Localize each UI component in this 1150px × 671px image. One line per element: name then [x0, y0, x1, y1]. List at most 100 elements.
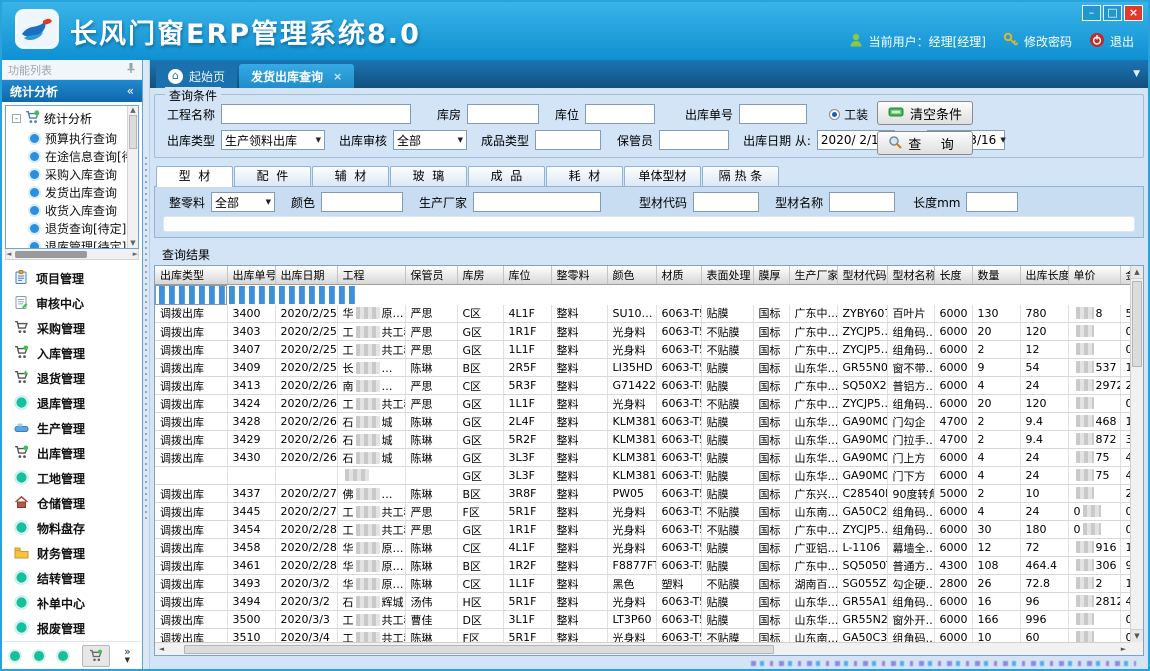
- overflow-item-icon[interactable]: [10, 651, 20, 661]
- scroll-right-icon[interactable]: ►: [1117, 645, 1130, 653]
- table-row[interactable]: 调拨出库33992020/2/25华原…严思C区2L1F整料SU10…6063-…: [155, 285, 227, 305]
- warehouse-input[interactable]: [467, 104, 539, 124]
- tree-root[interactable]: - 统计分析: [6, 106, 138, 129]
- material-tab[interactable]: 成 品: [468, 166, 545, 187]
- overflow-item-icon[interactable]: [58, 651, 68, 661]
- column-header[interactable]: 库房: [457, 266, 503, 284]
- product-type-input[interactable]: [535, 130, 601, 150]
- material-tab[interactable]: 耗 材: [546, 166, 623, 187]
- color-input[interactable]: [321, 192, 403, 212]
- material-tab[interactable]: 辅 材: [312, 166, 389, 187]
- column-header[interactable]: 金额: [1120, 266, 1130, 284]
- table-row[interactable]: 调拨出库34942020/3/2石辉城汤伟H区5R1F整料光身料6063-T5贴…: [155, 593, 1130, 611]
- table-row[interactable]: 调拨出库35002020/3/3工共工程曹佳D区3L1F整料LT3P606063…: [155, 611, 1130, 629]
- profile-code-input[interactable]: [693, 192, 759, 212]
- material-tab[interactable]: 玻 璃: [390, 166, 467, 187]
- table-row[interactable]: 调拨出库34582020/2/28华原…陈琳C区4L1F整料光身料6063-T5…: [155, 539, 1130, 557]
- overflow-item-icon[interactable]: [34, 651, 44, 661]
- table-row[interactable]: 调拨出库34092020/2/25长…陈琳B区2R5F整料LI35HD6063-…: [155, 359, 1130, 377]
- sidebar-item-clipboard2[interactable]: 审核中心: [2, 291, 142, 316]
- table-row[interactable]: G区3L3F整料KLM38176063-T5贴膜国标山东华…GA90M09.门下…: [155, 467, 1130, 485]
- collapse-icon[interactable]: «: [127, 84, 134, 98]
- section-header-statistics[interactable]: 统计分析 «: [2, 80, 142, 102]
- column-header[interactable]: 材质: [656, 266, 701, 284]
- table-row[interactable]: 调拨出库34242020/2/26工共工程严思G区1L1F整料光身料6063-T…: [155, 395, 1130, 413]
- table-row[interactable]: 调拨出库34282020/2/26石城陈琳G区2L4F整料KLM38176063…: [155, 413, 1130, 431]
- tree-item[interactable]: 采购入库查询: [6, 165, 138, 183]
- column-header[interactable]: 型材名称: [887, 266, 934, 284]
- tab-list-dropdown-icon[interactable]: ▼: [1133, 69, 1140, 79]
- scroll-down-icon[interactable]: ▼: [1131, 629, 1143, 642]
- column-header[interactable]: 出库单号: [227, 266, 275, 284]
- table-row[interactable]: 调拨出库34302020/2/26石城陈琳G区3L3F整料KLM38176063…: [155, 449, 1130, 467]
- sidebar-item-dot[interactable]: 退库管理: [2, 391, 142, 416]
- whole-piece-select[interactable]: 全部▼: [211, 192, 275, 212]
- audit-select[interactable]: 全部▼: [393, 130, 467, 150]
- vertical-scroll-thumb[interactable]: [1132, 281, 1142, 367]
- column-header[interactable]: 膜厚: [753, 266, 789, 284]
- tab-shipment-outbound-query[interactable]: 发货出库查询 ×: [239, 64, 354, 88]
- sidebar-item-dot[interactable]: 物料盘存: [2, 516, 142, 541]
- keeper-input[interactable]: [659, 130, 729, 150]
- sidebar-item-folder[interactable]: 财务管理: [2, 541, 142, 566]
- horizontal-scrollbar[interactable]: ◄ ►: [155, 642, 1130, 655]
- close-button[interactable]: ×: [1124, 5, 1143, 21]
- column-header[interactable]: 单价: [1068, 266, 1120, 284]
- table-row[interactable]: 调拨出库34612020/2/28华原…陈琳B区1R2F整料F8877FT606…: [155, 557, 1130, 575]
- table-row[interactable]: 调拨出库34292020/2/26石城陈琳G区5R2F整料KLM38176063…: [155, 431, 1130, 449]
- column-header[interactable]: 长度: [934, 266, 972, 284]
- column-header[interactable]: 表面处理: [701, 266, 753, 284]
- outbound-type-select[interactable]: 生产领料出库▼: [221, 130, 325, 150]
- scroll-up-icon[interactable]: ▲: [1131, 266, 1143, 279]
- radio-gongzhuang[interactable]: 工装: [829, 106, 868, 123]
- column-header[interactable]: 出库长度: [1020, 266, 1068, 284]
- horizontal-scroll-thumb[interactable]: [184, 645, 774, 654]
- profile-name-input[interactable]: [829, 192, 895, 212]
- outbound-no-input[interactable]: [739, 104, 807, 124]
- table-row[interactable]: 调拨出库34072020/2/25工共工程严思G区1L1F整料光身料6063-T…: [155, 341, 1130, 359]
- material-tab[interactable]: 型 材: [156, 166, 233, 187]
- tree-item[interactable]: 在途信息查询[待: [6, 147, 138, 165]
- table-row[interactable]: 调拨出库34452020/2/27工共工程严思F区5R1F整料光身料6063-T…: [155, 503, 1130, 521]
- project-name-input[interactable]: [221, 104, 411, 124]
- sidebar-item-cart[interactable]: 采购管理: [2, 316, 142, 341]
- tree-item[interactable]: 退库管理[待定]: [6, 237, 138, 249]
- tab-home[interactable]: ⌂ 起始页: [156, 64, 237, 88]
- minimize-button[interactable]: –: [1082, 5, 1101, 21]
- sidebar-item-dot[interactable]: 报废管理: [2, 616, 142, 641]
- tree-horizontal-scrollbar[interactable]: ◄►: [5, 249, 139, 260]
- tree-item[interactable]: 收货入库查询: [6, 201, 138, 219]
- column-header[interactable]: 型材代码: [837, 266, 887, 284]
- sidebar-item-dot[interactable]: 结转管理: [2, 566, 142, 591]
- maximize-button[interactable]: □: [1103, 5, 1122, 21]
- sidebar-item-cartg[interactable]: 入库管理: [2, 341, 142, 366]
- sidebar-item-cartg[interactable]: 出库管理: [2, 441, 142, 466]
- column-header[interactable]: 出库类型: [155, 266, 227, 284]
- search-button[interactable]: 查 询: [877, 131, 973, 155]
- logout-button[interactable]: 退出: [1089, 32, 1134, 51]
- table-row[interactable]: 调拨出库35102020/3/4工共工程陈琳F区5R1F整料光身料6063-T5…: [155, 629, 1130, 643]
- column-header[interactable]: 库位: [503, 266, 551, 284]
- sidebar-item-dot[interactable]: 工地管理: [2, 466, 142, 491]
- tree-item[interactable]: 退货查询[待定]: [6, 219, 138, 237]
- table-row[interactable]: 调拨出库34132020/2/26南…严思C区5R3F整料G714226063-…: [155, 377, 1130, 395]
- column-header[interactable]: 工程: [337, 266, 405, 284]
- sidebar-item-house[interactable]: 仓储管理: [2, 491, 142, 516]
- column-header[interactable]: 颜色: [607, 266, 656, 284]
- change-password-button[interactable]: 修改密码: [1003, 32, 1072, 51]
- tree-expand-icon[interactable]: -: [12, 114, 21, 123]
- vertical-scrollbar[interactable]: ▲ ▼: [1130, 266, 1143, 642]
- more-items-button[interactable]: »▼: [124, 648, 131, 664]
- column-header[interactable]: 整零料: [551, 266, 607, 284]
- column-header[interactable]: 数量: [972, 266, 1020, 284]
- tree-item[interactable]: 预算执行查询: [6, 129, 138, 147]
- tree-vertical-scrollbar[interactable]: ▲▼: [127, 106, 138, 248]
- material-tab[interactable]: 隔 热 条: [702, 166, 779, 187]
- manufacturer-input[interactable]: [473, 192, 601, 212]
- material-tab[interactable]: 配 件: [234, 166, 311, 187]
- sidebar-item-cartr[interactable]: 退货管理: [2, 366, 142, 391]
- pin-icon[interactable]: [126, 62, 136, 77]
- tree-item[interactable]: 发货出库查询: [6, 183, 138, 201]
- column-header[interactable]: 保管员: [405, 266, 457, 284]
- table-row[interactable]: 调拨出库34372020/2/27佛…陈琳B区3R8F整料PW056063-T5…: [155, 485, 1130, 503]
